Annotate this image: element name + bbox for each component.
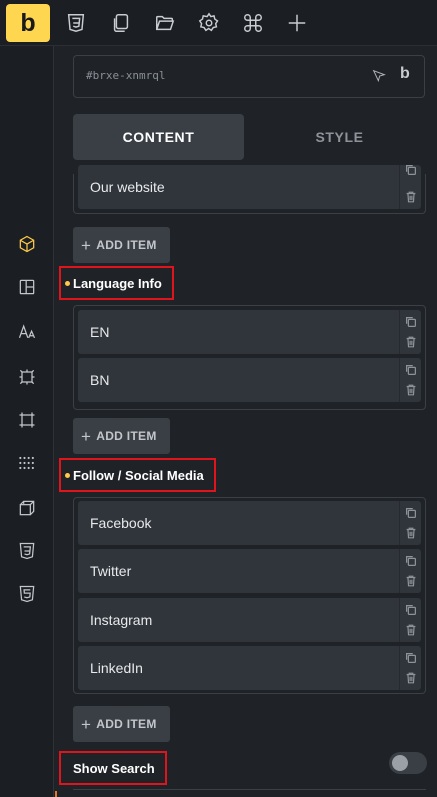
item-label: Twitter (90, 563, 132, 579)
box-3d-icon[interactable] (16, 497, 38, 519)
repeater-language: EN BN (73, 305, 426, 410)
duplicate-icon[interactable] (404, 603, 418, 617)
trash-icon[interactable] (404, 671, 418, 685)
section-title: Show Search (73, 760, 155, 776)
duplicate-icon[interactable] (404, 651, 418, 665)
section-title: Follow / Social Media (73, 467, 204, 483)
trash-icon[interactable] (404, 526, 418, 540)
status-dot (65, 281, 70, 286)
item-actions (399, 598, 421, 642)
trash-icon[interactable] (404, 383, 418, 397)
add-item-button[interactable]: + ADD ITEM (73, 418, 170, 454)
pages-icon[interactable] (108, 10, 134, 36)
crop-icon[interactable] (16, 409, 38, 431)
brand-icon[interactable]: b (400, 65, 410, 83)
toggle-knob (392, 755, 408, 771)
trash-icon[interactable] (404, 574, 418, 588)
tab-style[interactable]: STYLE (254, 114, 425, 160)
settings-icon[interactable] (196, 10, 222, 36)
list-item[interactable]: EN (78, 310, 421, 354)
list-item[interactable]: BN (78, 358, 421, 402)
scroll-indicator (55, 791, 57, 797)
item-actions (399, 549, 421, 593)
plus-icon: + (81, 235, 92, 255)
html5-icon[interactable] (16, 583, 38, 605)
list-item[interactable]: Facebook (78, 501, 421, 545)
section-label-social: Follow / Social Media (59, 458, 216, 492)
add-icon[interactable] (284, 10, 310, 36)
css3-icon[interactable] (63, 10, 89, 36)
duplicate-icon[interactable] (404, 363, 418, 377)
plus-icon: + (81, 426, 92, 446)
item-actions (399, 646, 421, 690)
plus-icon: + (81, 714, 92, 734)
cube-icon[interactable] (16, 233, 38, 255)
list-item[interactable]: LinkedIn (78, 646, 421, 690)
trash-icon[interactable] (404, 190, 418, 204)
duplicate-icon[interactable] (404, 163, 418, 177)
css3-icon[interactable] (16, 540, 38, 562)
item-actions (399, 501, 421, 545)
add-item-button[interactable]: + ADD ITEM (73, 227, 170, 263)
item-label: EN (90, 324, 110, 340)
list-item[interactable]: Our website (78, 165, 421, 209)
cursor-icon[interactable] (371, 68, 387, 84)
layout-icon[interactable] (16, 276, 38, 298)
duplicate-icon[interactable] (404, 315, 418, 329)
item-label: Our website (90, 179, 165, 195)
list-item[interactable]: Twitter (78, 549, 421, 593)
item-label: BN (90, 372, 110, 388)
show-search-toggle[interactable] (389, 752, 427, 774)
duplicate-icon[interactable] (404, 554, 418, 568)
folder-icon[interactable] (152, 10, 178, 36)
item-actions (399, 165, 421, 209)
repeater-top: Our website (73, 165, 426, 214)
panel-tabs: CONTENT STYLE (73, 114, 425, 160)
frame-icon[interactable] (16, 366, 38, 388)
trash-icon[interactable] (404, 623, 418, 637)
duplicate-icon[interactable] (404, 506, 418, 520)
section-title: Language Info (73, 275, 162, 291)
item-actions (399, 358, 421, 402)
bricks-logo[interactable]: b (6, 4, 50, 42)
section-label-language: Language Info (59, 266, 174, 300)
list-item[interactable]: Instagram (78, 598, 421, 642)
item-label: LinkedIn (90, 660, 143, 676)
section-label-search: Show Search (59, 751, 167, 785)
element-id: #brxe-xnmrql (86, 69, 166, 82)
repeater-social: Facebook Twitter Instagram LinkedIn (73, 497, 426, 694)
grid-dots-icon[interactable] (16, 452, 38, 474)
add-item-label: ADD ITEM (96, 238, 157, 252)
status-dot (65, 473, 70, 478)
item-actions (399, 310, 421, 354)
trash-icon[interactable] (404, 335, 418, 349)
item-label: Instagram (90, 612, 153, 628)
command-icon[interactable] (240, 10, 266, 36)
tab-content[interactable]: CONTENT (73, 114, 244, 160)
item-label: Facebook (90, 515, 152, 531)
add-item-label: ADD ITEM (96, 429, 157, 443)
next-control-edge (73, 789, 426, 797)
add-item-label: ADD ITEM (96, 717, 157, 731)
top-toolbar: b (0, 0, 437, 46)
left-sidebar (0, 46, 54, 797)
element-panel: #brxe-xnmrql b CONTENT STYLE Our website… (55, 46, 437, 797)
add-item-button[interactable]: + ADD ITEM (73, 706, 170, 742)
typography-icon[interactable] (16, 321, 38, 343)
element-selector[interactable]: #brxe-xnmrql b (73, 55, 425, 98)
